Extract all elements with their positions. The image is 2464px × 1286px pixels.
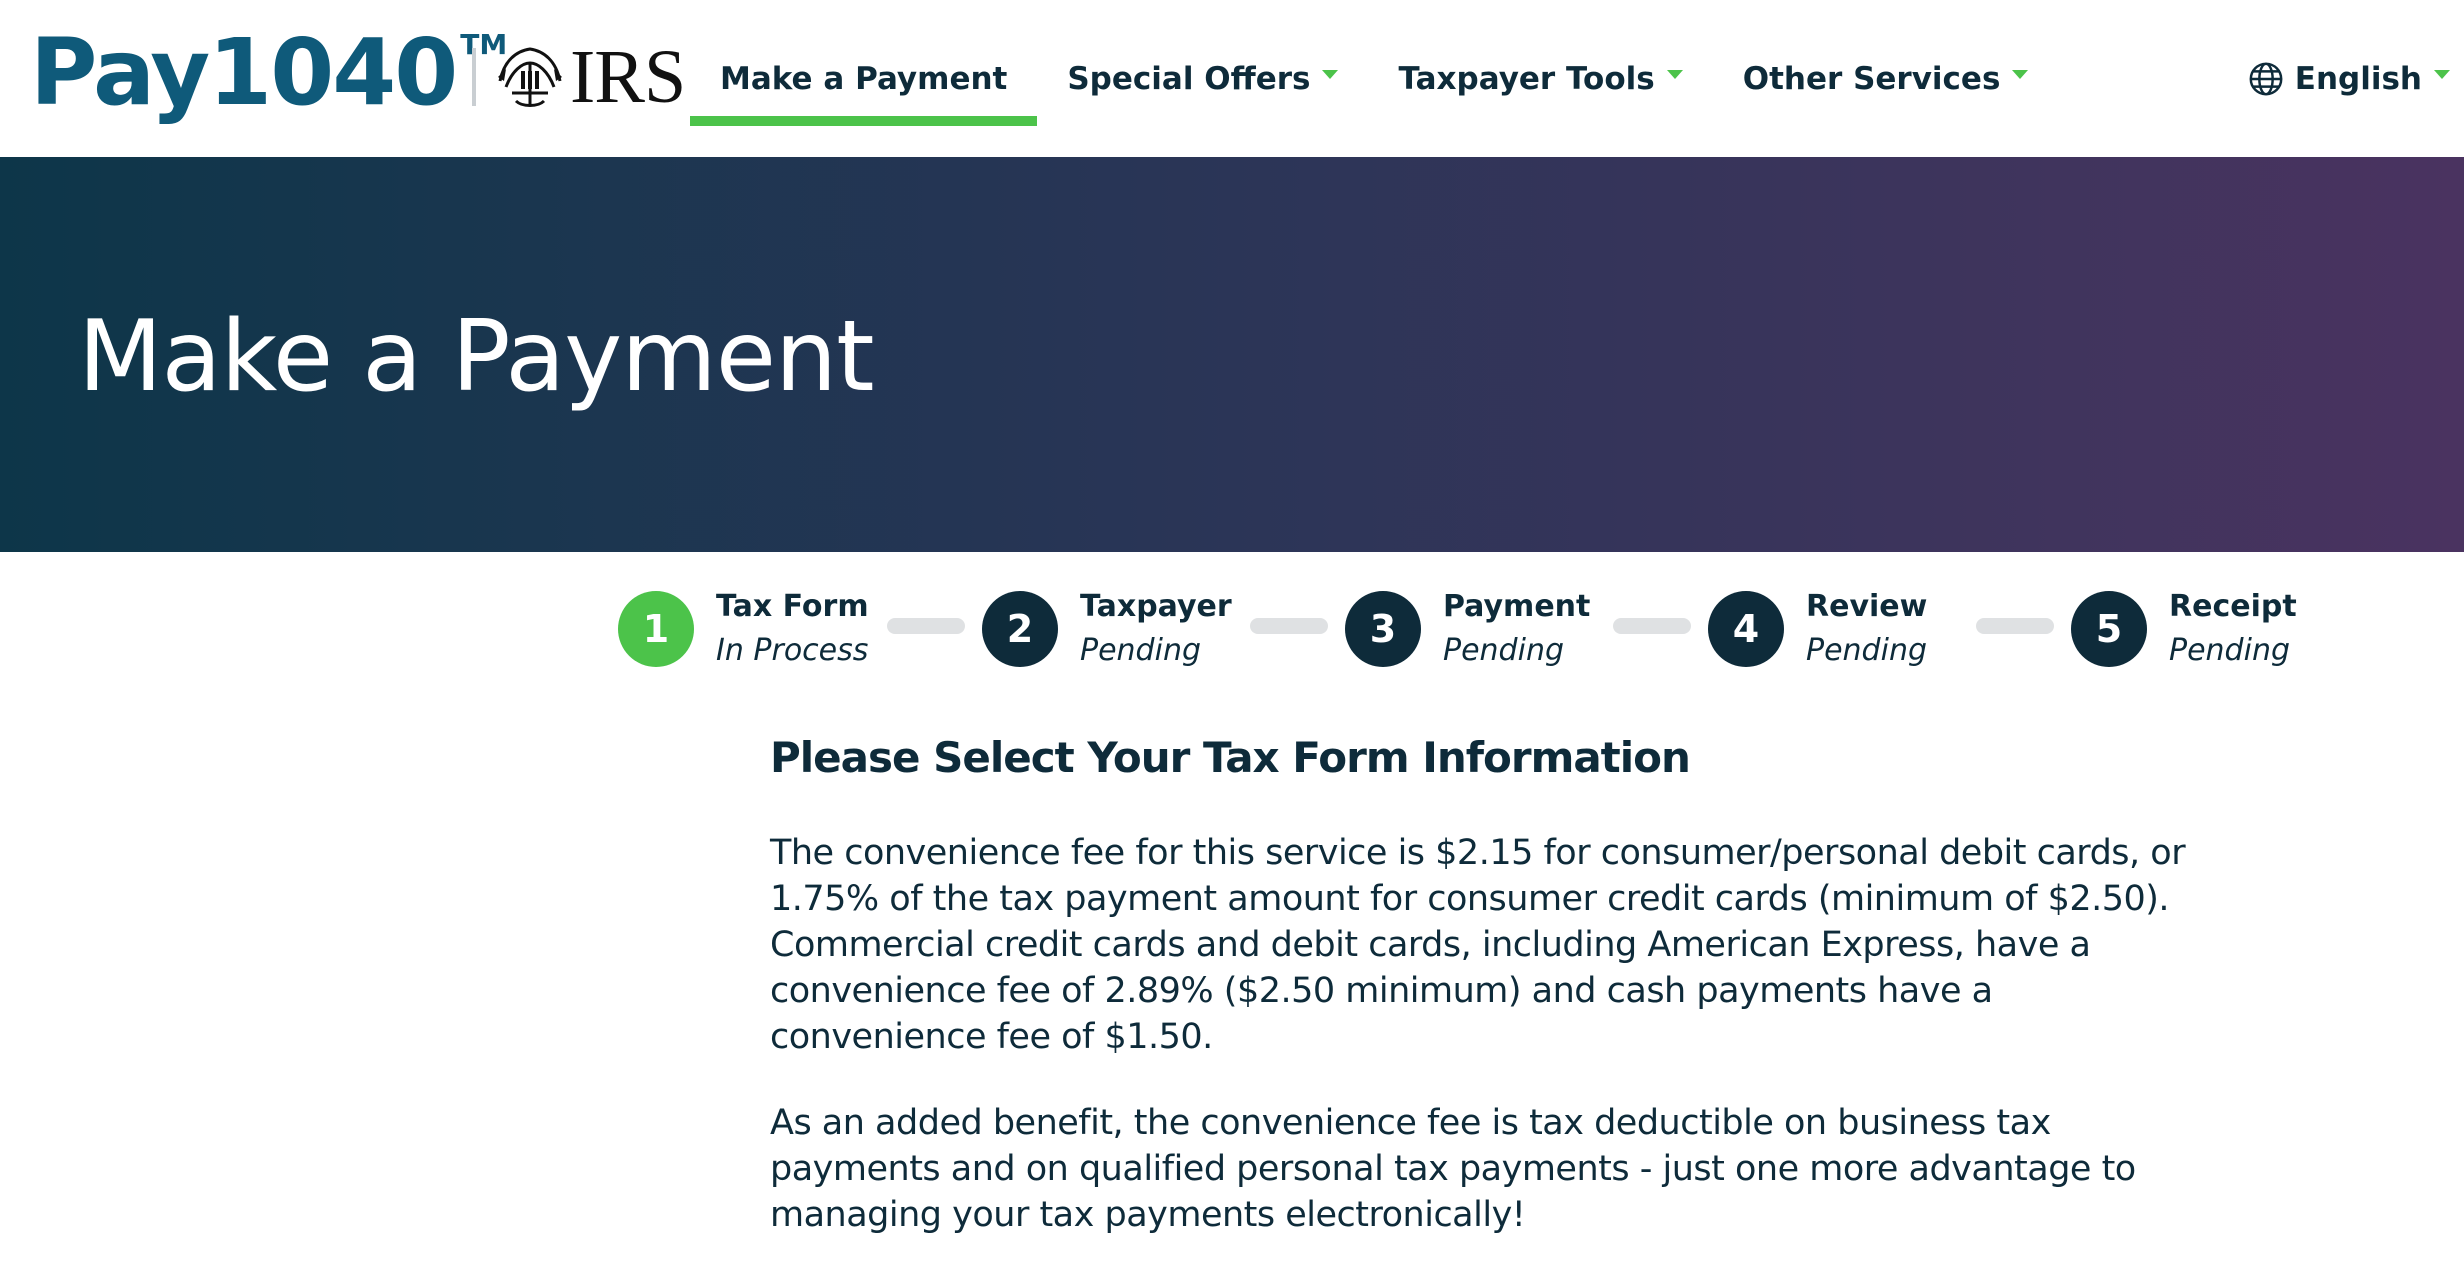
step-number-badge: 1	[618, 591, 694, 667]
step-title: Taxpayer	[1080, 589, 1232, 624]
step-number-badge: 4	[1708, 591, 1784, 667]
irs-logo: IRS	[492, 35, 686, 119]
section-heading: Please Select Your Tax Form Information	[770, 733, 1691, 782]
logo-divider	[472, 48, 476, 106]
step-number-badge: 2	[982, 591, 1058, 667]
nav-other-services[interactable]: Other Services	[1713, 0, 2059, 157]
step-title: Tax Form	[716, 589, 869, 624]
step-tax-form: 1 Tax Form In Process	[618, 584, 869, 674]
caret-down-icon	[2012, 70, 2029, 79]
nav-make-a-payment[interactable]: Make a Payment	[690, 0, 1038, 157]
step-status: Pending	[1443, 633, 1564, 668]
step-taxpayer: 2 Taxpayer Pending	[982, 584, 1232, 674]
step-connector	[887, 618, 965, 634]
pay1040-logo[interactable]: Pay1040 TM	[30, 18, 507, 128]
step-title: Payment	[1443, 589, 1591, 624]
tax-form-info-section: Please Select Your Tax Form Information …	[770, 730, 2190, 1238]
irs-eagle-icon	[498, 47, 562, 107]
nav-label: Special Offers	[1067, 60, 1311, 97]
nav-taxpayer-tools[interactable]: Taxpayer Tools	[1368, 0, 1712, 157]
step-connector	[1250, 618, 1328, 634]
caret-down-icon	[1322, 70, 1339, 79]
nav-label: Make a Payment	[720, 60, 1008, 97]
step-status: Pending	[1806, 633, 1927, 668]
brand-name: Pay1040	[30, 19, 458, 126]
step-number-badge: 3	[1345, 591, 1421, 667]
step-title: Review	[1806, 589, 1928, 624]
fee-paragraph: The convenience fee for this service is …	[770, 833, 2186, 1057]
page-title: Make a Payment	[78, 300, 875, 414]
language-selector[interactable]: English	[2247, 0, 2450, 157]
caret-down-icon	[2434, 70, 2450, 79]
nav-special-offers[interactable]: Special Offers	[1037, 0, 1368, 157]
caret-down-icon	[1666, 70, 1683, 79]
site-header: Pay1040 TM IRS Make a Payment Special Of…	[0, 0, 2464, 157]
step-number-badge: 5	[2071, 591, 2147, 667]
benefit-paragraph: As an added benefit, the convenience fee…	[770, 1103, 2136, 1235]
step-payment: 3 Payment Pending	[1345, 584, 1590, 674]
language-label: English	[2294, 60, 2422, 97]
step-status: In Process	[716, 633, 869, 668]
main-nav: Make a Payment Special Offers Taxpayer T…	[690, 0, 2058, 157]
nav-label: Taxpayer Tools	[1398, 60, 1655, 97]
step-status: Pending	[2169, 633, 2290, 668]
step-title: Receipt	[2169, 589, 2297, 624]
step-connector	[1613, 618, 1691, 634]
globe-icon	[2249, 62, 2283, 95]
irs-wordmark: IRS	[570, 35, 686, 119]
step-receipt: 5 Receipt Pending	[2071, 584, 2297, 674]
step-status: Pending	[1080, 633, 1201, 668]
nav-label: Other Services	[1742, 60, 2001, 97]
step-review: 4 Review Pending	[1708, 584, 1927, 674]
step-connector	[1976, 618, 2054, 634]
hero-banner: Make a Payment	[0, 157, 2464, 552]
